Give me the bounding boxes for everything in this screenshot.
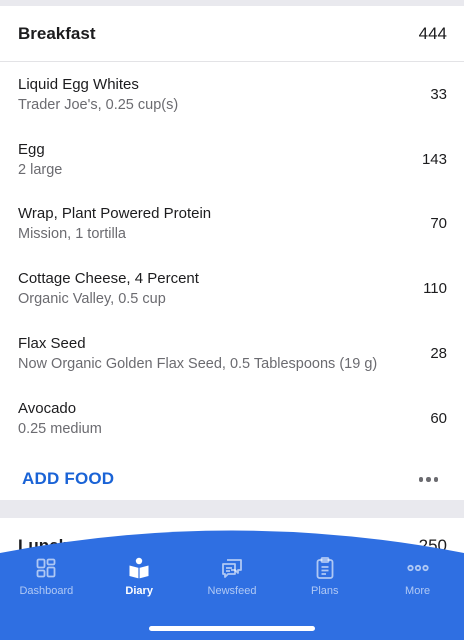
dashboard-grid-icon <box>36 558 56 578</box>
add-food-button[interactable]: ADD FOOD <box>22 469 114 489</box>
dot <box>418 477 423 482</box>
food-entry-text: Cottage Cheese, 4 Percent Organic Valley… <box>18 270 199 307</box>
food-calories: 143 <box>421 150 447 168</box>
food-entry-text: Liquid Egg Whites Trader Joe's, 0.25 cup… <box>18 76 178 113</box>
newsfeed-chat-icon <box>222 559 242 578</box>
tab-list: Dashboard Diary Newsfeed Plans More <box>0 556 464 608</box>
food-calories: 28 <box>430 345 447 363</box>
meal-calorie-total: 444 <box>418 23 447 43</box>
food-entry-row[interactable]: Egg 2 large 143 <box>0 127 464 192</box>
food-detail: Mission, 1 tortilla <box>18 226 126 243</box>
meal-calorie-total: 250 <box>418 536 447 555</box>
diary-book-icon <box>129 557 149 579</box>
food-entry-row[interactable]: Flax Seed Now Organic Golden Flax Seed, … <box>0 321 464 386</box>
tab-dashboard[interactable]: Dashboard <box>0 556 93 608</box>
meal-title: Lunch <box>18 536 69 555</box>
food-detail: 2 large <box>18 161 63 178</box>
food-calories: 70 <box>430 215 447 233</box>
breakfast-section: Breakfast 444 Liquid Egg Whites Trader J… <box>0 6 464 500</box>
add-food-row: ADD FOOD <box>0 451 464 508</box>
food-detail: 0.25 medium <box>18 420 102 437</box>
food-entry-text: Flax Seed Now Organic Golden Flax Seed, … <box>18 335 377 372</box>
tab-newsfeed[interactable]: Newsfeed <box>186 556 279 608</box>
tab-label: Plans <box>311 585 339 597</box>
food-entry-row[interactable]: Liquid Egg Whites Trader Joe's, 0.25 cup… <box>0 62 464 127</box>
food-calories: 60 <box>430 409 447 427</box>
breakfast-header[interactable]: Breakfast 444 <box>0 6 464 62</box>
tab-label: Newsfeed <box>207 585 257 597</box>
food-entry-text: Wrap, Plant Powered Protein Mission, 1 t… <box>18 205 211 242</box>
more-options-icon[interactable] <box>415 471 443 488</box>
tab-label: Dashboard <box>19 585 74 597</box>
food-detail: Trader Joe's, 0.25 cup(s) <box>18 96 179 113</box>
more-dots-icon <box>406 564 429 572</box>
food-detail: Now Organic Golden Flax Seed, 0.5 Tables… <box>18 356 378 373</box>
food-name: Flax Seed <box>18 335 86 353</box>
meal-title: Breakfast <box>18 23 96 43</box>
food-calories: 110 <box>423 280 447 298</box>
tab-diary[interactable]: Diary <box>93 556 186 608</box>
food-calories: 33 <box>430 85 447 103</box>
food-name: Egg <box>18 140 45 158</box>
food-entry-row[interactable]: Cottage Cheese, 4 Percent Organic Valley… <box>0 256 464 321</box>
food-detail: Organic Valley, 0.5 cup <box>18 291 166 308</box>
tab-label: More <box>405 585 431 597</box>
tab-plans[interactable]: Plans <box>278 556 371 608</box>
food-entry-row[interactable]: Avocado 0.25 medium 60 <box>0 386 464 451</box>
food-name: Cottage Cheese, 4 Percent <box>18 270 199 288</box>
dot <box>426 477 431 482</box>
food-entry-row[interactable]: Wrap, Plant Powered Protein Mission, 1 t… <box>0 192 464 257</box>
tab-more[interactable]: More <box>371 556 464 608</box>
dot <box>433 477 438 482</box>
tab-label: Diary <box>125 585 153 597</box>
food-entry-text: Egg 2 large <box>18 141 62 178</box>
food-name: Avocado <box>18 399 77 417</box>
food-name: Wrap, Plant Powered Protein <box>18 205 212 223</box>
diary-screen: Breakfast 444 Liquid Egg Whites Trader J… <box>0 0 464 640</box>
food-name: Liquid Egg Whites <box>18 75 139 93</box>
food-entry-text: Avocado 0.25 medium <box>18 400 102 437</box>
plans-clipboard-icon <box>316 557 334 579</box>
